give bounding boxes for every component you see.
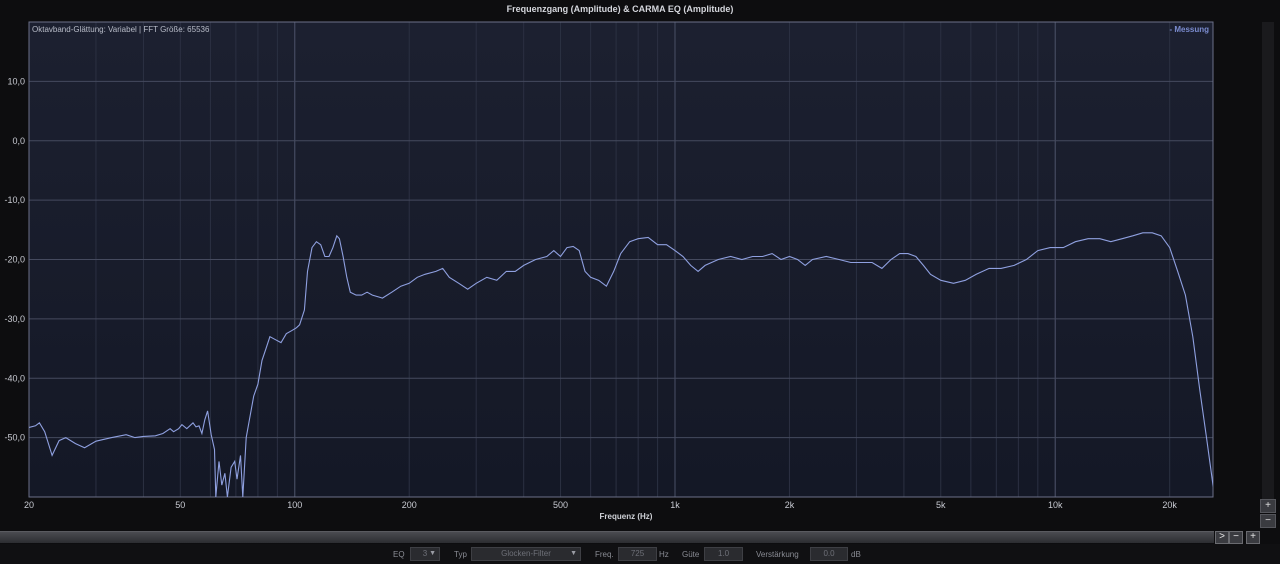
v-zoom-in-button[interactable]: + [1260,499,1276,513]
grid [28,21,1214,498]
x-tick-label: 20 [24,500,34,510]
y-tick-label: -30,0 [4,314,25,324]
eq-controls-bar: EQ 3 ▼ Typ Glocken-Filter ▼ Freq. 725 Hz… [0,544,1280,564]
gain-unit: dB [851,550,861,559]
x-tick-label: 5k [936,500,946,510]
x-tick-label: 100 [287,500,302,510]
x-tick-label: 200 [402,500,417,510]
gain-input[interactable]: 0.0 [810,547,848,561]
x-tick-label: 2k [785,500,795,510]
x-tick-label: 50 [175,500,185,510]
x-tick-label: 500 [553,500,568,510]
frequency-response-chart: 20 50 100 200 500 1k 2k 5k 10k 20k 10,0 0,0 -10,0 -2… [4,21,1214,521]
chevron-down-icon: ▼ [570,550,577,557]
legend-item-messung[interactable]: - Messung [1169,25,1209,34]
chevron-down-icon: ▼ [429,550,436,557]
y-tick-label: -20,0 [4,255,25,265]
freq-label: Freq. [595,550,614,559]
y-tick-label: -50,0 [4,433,25,443]
x-tick-label: 20k [1162,500,1177,510]
y-tick-label: -40,0 [4,373,25,383]
eq-select[interactable]: 3 ▼ [410,547,440,561]
vertical-zoom-controls: + − [1260,498,1276,529]
eq-select-value: 3 [422,549,428,558]
eq-label: EQ [393,550,405,559]
filter-type-value: Glocken-Filter [501,549,551,558]
q-label: Güte [682,550,700,559]
y-tick-label: 0,0 [12,136,25,146]
y-tick-label: 10,0 [7,76,25,86]
freq-unit: Hz [659,550,669,559]
q-input[interactable]: 1.0 [704,547,743,561]
freq-input[interactable]: 725 [618,547,657,561]
h-zoom-in-button[interactable]: + [1246,531,1260,544]
filter-type-select[interactable]: Glocken-Filter ▼ [471,547,581,561]
v-zoom-out-button[interactable]: − [1260,514,1276,528]
gain-label: Verstärkung [756,550,799,559]
y-tick-label: -10,0 [4,195,25,205]
horizontal-scrollbar[interactable] [0,531,1214,543]
x-tick-label: 1k [670,500,680,510]
x-tick-label: 10k [1048,500,1063,510]
smoothing-info: Oktavband-Glättung: Variabel | FFT Größe… [32,25,210,34]
x-axis-title: Frequenz (Hz) [600,512,653,521]
type-label: Typ [454,550,467,559]
scroll-right-button[interactable]: > [1215,531,1229,544]
vertical-scrollbar[interactable] [1262,22,1274,500]
h-zoom-out-button[interactable]: − [1229,531,1243,544]
x-axis: 20 50 100 200 500 1k 2k 5k 10k 20k [24,500,1177,510]
y-axis: 10,0 0,0 -10,0 -20,0 -30,0 -40,0 -50,0 [4,76,25,442]
